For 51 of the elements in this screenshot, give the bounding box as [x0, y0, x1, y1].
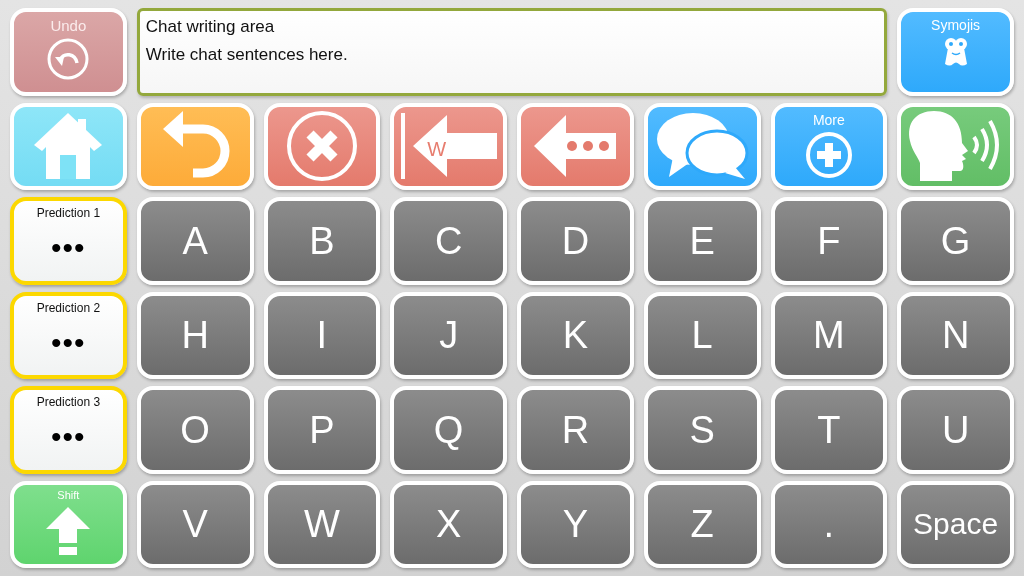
speak-button[interactable]	[897, 102, 1014, 190]
letter-key[interactable]: Z	[643, 480, 761, 568]
delete-button[interactable]	[517, 102, 634, 190]
letter-key[interactable]: F	[770, 197, 888, 285]
speech-bubbles-icon	[655, 111, 750, 182]
delete-arrow-icon	[532, 113, 619, 180]
prediction-button[interactable]: Prediction 1 •••	[10, 197, 127, 285]
undo-icon	[46, 37, 91, 81]
letter-key[interactable]: C	[390, 197, 507, 285]
clear-icon	[285, 110, 358, 183]
more-button[interactable]: More	[770, 102, 888, 190]
letter-key[interactable]: R	[517, 386, 634, 474]
icon-letter: W	[427, 138, 447, 159]
letter-key[interactable]: X	[390, 480, 507, 568]
chat-button[interactable]	[643, 102, 761, 190]
chat-area-hint: Write chat sentences here.	[145, 45, 349, 65]
clear-button[interactable]	[263, 102, 381, 190]
letter-key[interactable]: P	[263, 386, 381, 474]
symojis-button[interactable]: Symojis	[897, 8, 1014, 96]
letter-key[interactable]: .	[770, 480, 888, 568]
chat-text-area[interactable]: Chat writing area Write chat sentences here.	[136, 8, 888, 96]
letter-key[interactable]: Space	[897, 480, 1014, 568]
back-button[interactable]	[136, 102, 254, 190]
letter-key[interactable]: D	[517, 197, 634, 285]
letter-key[interactable]: G	[897, 197, 1014, 285]
letter-key[interactable]: E	[643, 197, 761, 285]
delete-word-arrow-icon	[398, 111, 499, 182]
letter-key[interactable]: K	[517, 291, 634, 379]
letter-key[interactable]: Q	[390, 386, 507, 474]
letter-key[interactable]: M	[770, 291, 888, 379]
letter-key[interactable]: N	[897, 291, 1014, 379]
letter-key[interactable]: A	[136, 197, 254, 285]
letter-key[interactable]: H	[136, 291, 254, 379]
prediction-button[interactable]: Prediction 3 •••	[10, 386, 127, 474]
up-arrow-icon	[45, 504, 92, 557]
letter-key[interactable]: T	[770, 386, 888, 474]
plus-icon	[804, 131, 853, 180]
letter-key[interactable]: V	[136, 480, 254, 568]
letter-key[interactable]: S	[643, 386, 761, 474]
letter-key[interactable]: U	[897, 386, 1014, 474]
letter-key[interactable]: B	[263, 197, 381, 285]
chat-area-title: Chat writing area	[145, 17, 276, 37]
letter-key[interactable]: J	[390, 291, 507, 379]
letter-key[interactable]: O	[136, 386, 254, 474]
home-button[interactable]	[10, 102, 127, 190]
letter-key[interactable]: I	[263, 291, 381, 379]
letter-key[interactable]: L	[643, 291, 761, 379]
prediction-button[interactable]: Prediction 2 •••	[10, 291, 127, 379]
letter-key[interactable]: Y	[517, 480, 634, 568]
letter-key[interactable]: W	[263, 480, 381, 568]
delete-word-button[interactable]: W	[390, 102, 507, 190]
